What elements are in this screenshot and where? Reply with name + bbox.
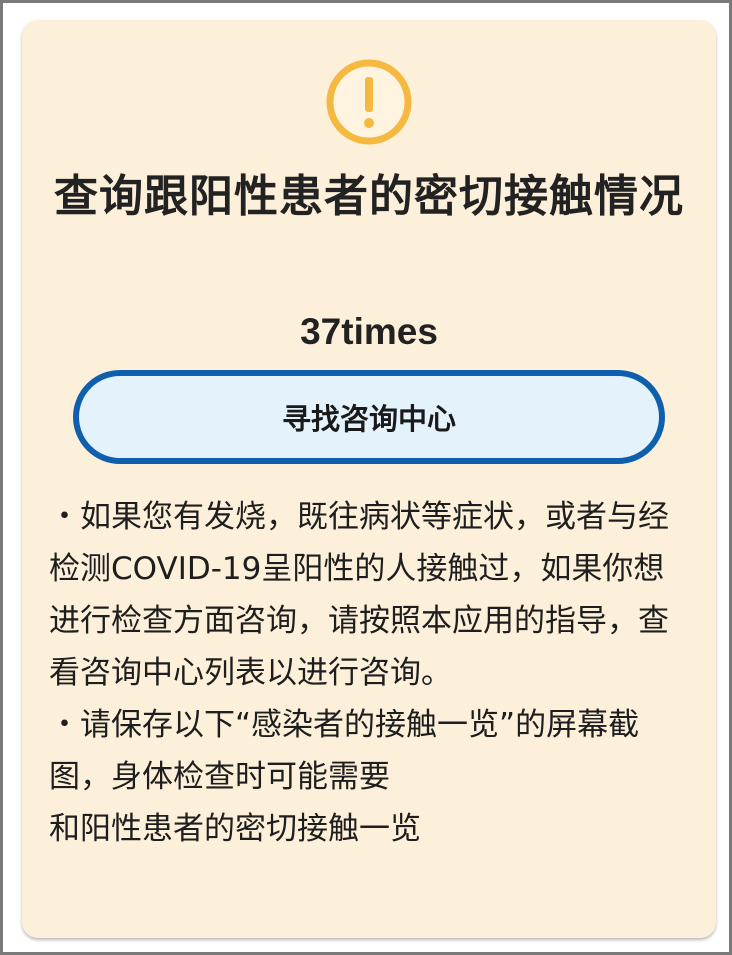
screen-frame: 查询跟阳性患者的密切接触情况 37times 寻找咨询中心 ・如果您有发烧，既往… xyxy=(0,0,732,955)
exclamation-circle-icon xyxy=(326,59,412,145)
contact-count: 37times xyxy=(300,311,438,352)
instruction-item: ・如果您有发烧，既往病状等症状，或者与经检测COVID-19呈阳性的人接触过，如… xyxy=(49,499,669,691)
find-consultation-center-button[interactable]: 寻找咨询中心 xyxy=(73,370,665,464)
instructions-text: ・如果您有发烧，既往病状等症状，或者与经检测COVID-19呈阳性的人接触过，如… xyxy=(49,491,679,855)
instruction-item: ・请保存以下“感染者的接触一览”的屏幕截图，身体检查时可能需要 xyxy=(49,707,640,795)
contact-list-link[interactable]: 和阳性患者的密切接触一览 xyxy=(49,803,679,855)
card-title: 查询跟阳性患者的密切接触情况 xyxy=(54,171,684,222)
